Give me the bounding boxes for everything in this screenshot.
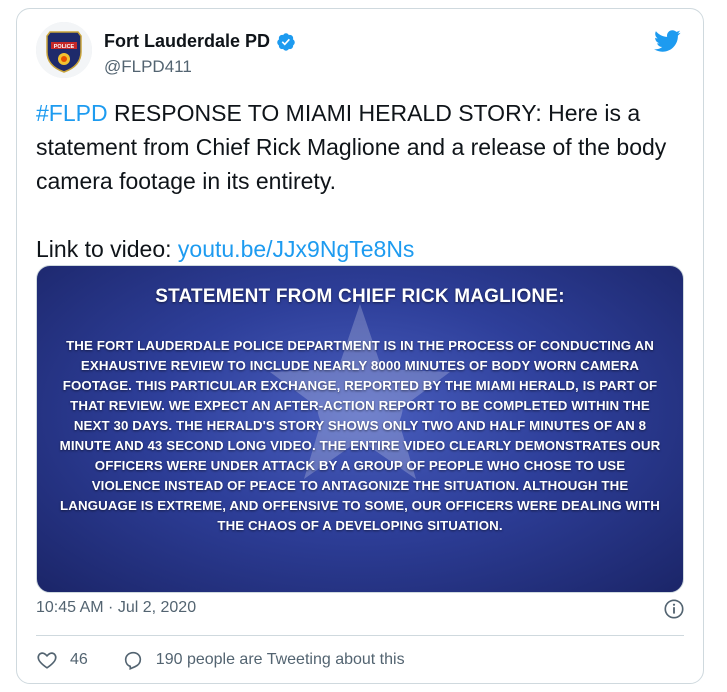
tweet-text: #FLPD RESPONSE TO MIAMI HERALD STORY: He… <box>36 96 686 266</box>
statement-body: THE FORT LAUDERDALE POLICE DEPARTMENT IS… <box>59 338 661 533</box>
police-badge-icon: POLICE <box>36 22 92 78</box>
avatar[interactable]: POLICE <box>36 22 92 78</box>
author-name[interactable]: Fort Lauderdale PD <box>104 31 270 52</box>
heart-icon <box>37 652 57 669</box>
tweet-body: RESPONSE TO MIAMI HERALD STORY: Here is … <box>36 100 673 194</box>
conversation-button[interactable]: 190 people are Tweeting about this <box>122 649 405 671</box>
verified-badge-icon <box>277 32 295 51</box>
author-handle[interactable]: @FLPD411 <box>104 57 192 77</box>
tweet-timestamp[interactable]: 10:45 AM · Jul 2, 2020 <box>36 599 196 617</box>
divider <box>36 635 684 636</box>
info-icon[interactable] <box>663 598 685 620</box>
author-row: Fort Lauderdale PD <box>104 31 296 52</box>
tweet-actions: 46 190 people are Tweeting about this <box>36 649 405 671</box>
twitter-bird-icon[interactable] <box>651 27 683 55</box>
svg-text:POLICE: POLICE <box>54 44 75 50</box>
statement-title: STATEMENT FROM CHIEF RICK MAGLIONE: <box>155 286 565 307</box>
statement-image[interactable]: STATEMENT FROM CHIEF RICK MAGLIONE: THE … <box>36 265 684 593</box>
speech-bubble-icon <box>124 651 141 670</box>
video-link[interactable]: youtu.be/JJx9NgTe8Ns <box>178 236 415 262</box>
like-button[interactable]: 46 <box>36 649 88 671</box>
like-count: 46 <box>70 651 88 668</box>
hashtag-link[interactable]: #FLPD <box>36 100 108 126</box>
conversation-text: 190 people are Tweeting about this <box>155 651 405 668</box>
tweet-card: POLICE Fort Lauderdale PD @FLPD411 #FLPD… <box>16 8 704 684</box>
link-prefix: Link to video: <box>36 236 178 262</box>
